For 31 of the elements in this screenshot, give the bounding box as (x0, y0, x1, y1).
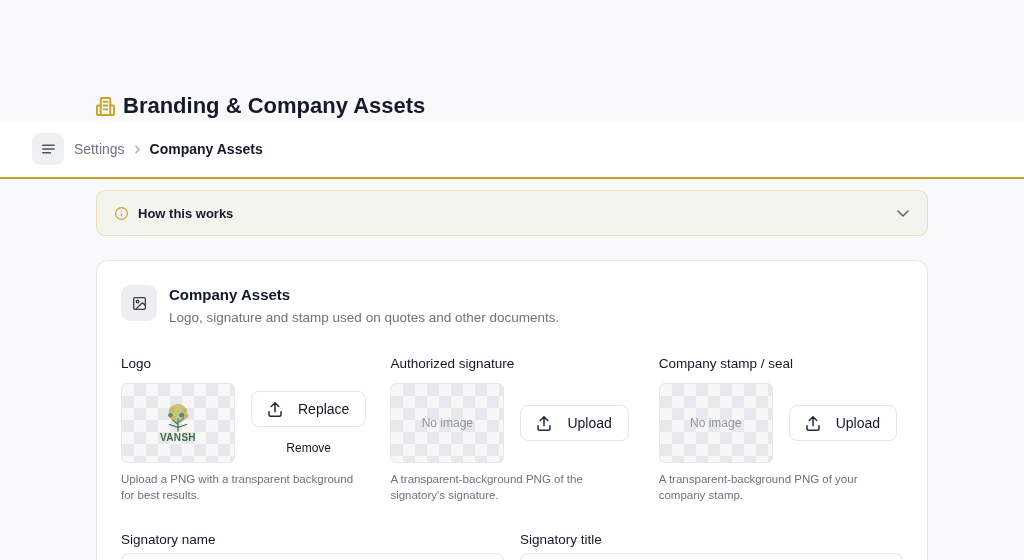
upload-button[interactable]: Upload (788, 405, 898, 441)
menu-button[interactable] (32, 133, 64, 165)
upload-icon (805, 415, 820, 431)
hint-text: A transparent-background PNG of your company stamp. (658, 472, 859, 503)
upload-icon (268, 401, 282, 417)
field-label: Company stamp / seal (658, 355, 794, 373)
chevron-right-icon (134, 144, 140, 154)
card-title: Company Assets (169, 285, 292, 305)
image-icon (121, 285, 157, 321)
field-label: Logo (121, 355, 153, 373)
card-subtitle: Logo, signature and stamp used on quotes and other documents. (169, 309, 560, 327)
page-title: Branding & Company Assets (123, 92, 426, 120)
breadcrumb-link[interactable]: Settings (74, 141, 125, 157)
upload-button[interactable]: Upload (520, 405, 629, 441)
breadcrumb-current: Company Assets (149, 141, 263, 157)
hint-text: Upload a PNG with a transparent background for best results. (121, 472, 355, 503)
menu-icon (41, 144, 55, 154)
info-icon (115, 206, 128, 220)
upload-icon (537, 415, 552, 431)
field-label: Signatory name (121, 531, 217, 549)
empty-image-text: No image (690, 416, 742, 430)
building-icon (96, 96, 115, 116)
replace-button[interactable]: Replace (251, 391, 367, 427)
remove-button[interactable]: Remove (286, 441, 332, 455)
chevron-down-icon (897, 209, 909, 217)
field-label: Authorized signature (390, 355, 516, 373)
hint-text: A transparent-background PNG of the signatory's signature. (390, 472, 584, 503)
logo-wordmark: VANSH (160, 432, 196, 444)
info-accordion[interactable]: How this works (96, 190, 928, 236)
empty-image-text: No image (421, 416, 474, 430)
field-label: Signatory title (520, 531, 603, 549)
